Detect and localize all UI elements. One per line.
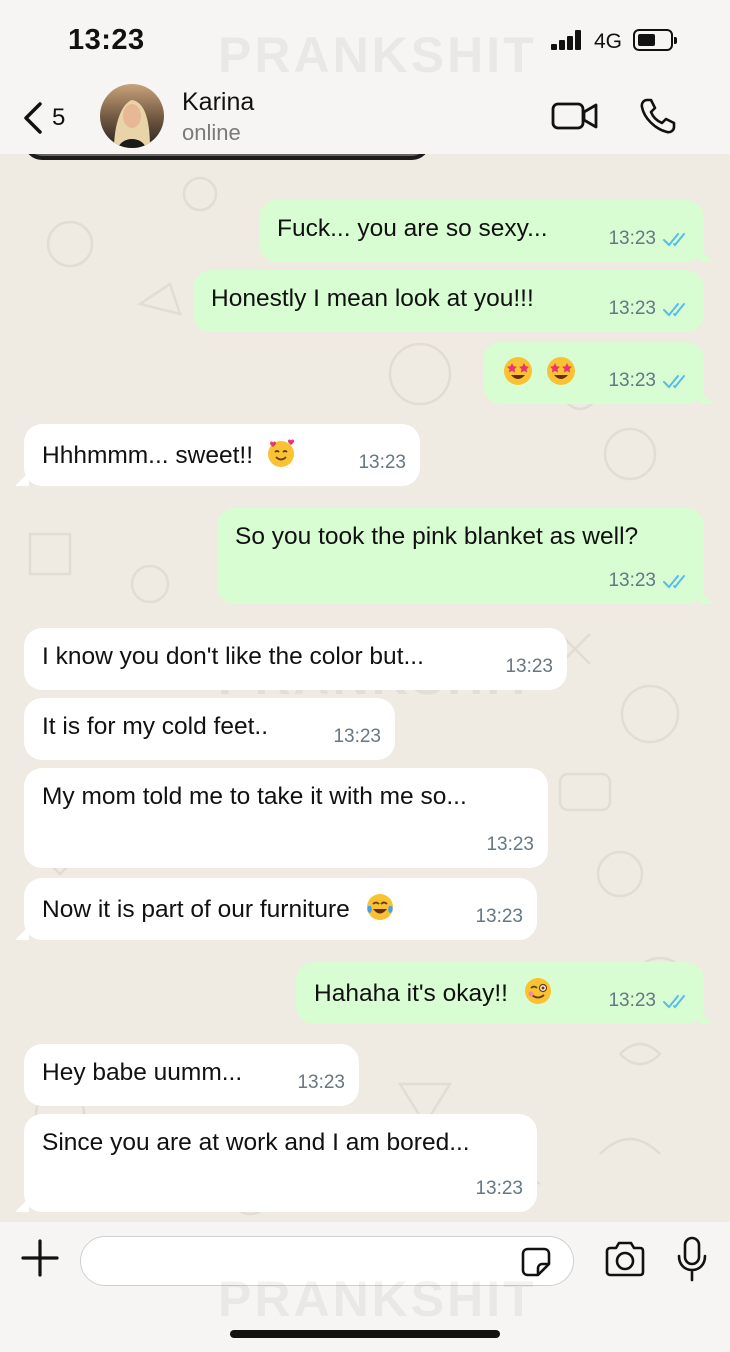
message-outgoing[interactable]: Fuck... you are so sexy... 13:23 [259,200,713,262]
double-check-icon [663,233,685,247]
message-meta: 13:23 [608,294,690,324]
double-check-icon [663,375,685,389]
message-incoming[interactable]: My mom told me to take it with me so... … [24,768,548,868]
message-incoming[interactable]: Now it is part of our furniture 13:23 [15,878,537,940]
status-time: 13:23 [68,24,145,56]
message-time: 13:23 [475,1178,523,1199]
message-incoming[interactable]: Hey babe uumm... 13:23 [24,1044,359,1106]
message-meta: 13:23 [505,652,553,682]
contact-status: online [182,120,241,145]
winking-face-emoji [523,976,553,1014]
previous-media-message[interactable] [24,154,430,160]
contact-avatar[interactable] [100,84,164,148]
message-text: Since you are at work and I am bored... [42,1129,470,1156]
double-check-icon [663,303,685,317]
message-incoming[interactable]: Hhhmmm... sweet!! 13:23 [15,424,420,486]
message-meta: 13:23 [608,986,690,1016]
message-meta: 13:23 [358,448,406,478]
message-input-bar: PRANKSHIT [0,1222,730,1352]
message-meta: 13:23 [608,224,690,254]
message-outgoing[interactable]: So you took the pink blanket as well? 13… [217,508,713,604]
message-time: 13:23 [608,370,656,391]
star-struck-emoji [503,356,533,394]
message-outgoing[interactable]: Honestly I mean look at you!!! 13:23 [193,270,704,332]
message-time: 13:23 [297,1072,345,1093]
message-text: My mom told me to take it with me so... [42,783,467,810]
battery-icon [633,29,677,51]
message-meta: 13:23 [297,1068,345,1098]
message-outgoing[interactable]: 13:23 [483,342,713,404]
message-time: 13:23 [486,834,534,855]
message-text: Hhhmmm... sweet!! [42,442,254,470]
message-incoming[interactable]: It is for my cold feet.. 13:23 [24,698,395,760]
message-text: Hey babe uumm... [42,1059,243,1086]
chat-header: 5 Karina online [0,82,730,154]
message-time: 13:23 [608,228,656,249]
back-button[interactable]: 5 [22,98,65,138]
message-time: 13:23 [608,298,656,319]
star-struck-emoji [546,356,576,394]
message-meta: 13:23 [486,830,534,860]
message-input[interactable] [80,1236,574,1286]
message-outgoing[interactable]: Hahaha it's okay!! 13:23 [296,962,713,1024]
message-meta: 13:23 [608,566,690,596]
message-incoming[interactable]: I know you don't like the color but... 1… [24,628,567,690]
tears-of-joy-emoji [365,892,395,930]
message-meta: 13:23 [475,1174,523,1204]
message-meta: 13:23 [475,902,523,932]
message-time: 13:23 [608,570,656,591]
contact-name[interactable]: Karina [182,88,254,117]
signal-strength-icon [551,30,585,50]
message-text: Honestly I mean look at you!!! [211,285,534,312]
message-time: 13:23 [608,990,656,1011]
double-check-icon [663,575,685,589]
network-label: 4G [594,30,623,53]
message-text: Now it is part of our furniture [42,896,350,924]
double-check-icon [663,995,685,1009]
microphone-icon[interactable] [676,1236,708,1282]
message-time: 13:23 [475,906,523,927]
plus-icon[interactable] [20,1238,60,1278]
message-text: So you took the pink blanket as well? [235,523,639,550]
message-time: 13:23 [333,726,381,747]
unread-count: 5 [52,104,66,131]
message-meta: 13:23 [333,722,381,752]
chevron-left-icon [24,102,42,134]
message-text: It is for my cold feet.. [42,713,269,740]
status-bar: 13:23 PRANKSHIT 4G [0,0,730,83]
message-time: 13:23 [505,656,553,677]
message-text: I know you don't like the color but... [42,643,424,670]
video-call-icon[interactable] [551,98,599,134]
message-meta: 13:23 [608,366,690,396]
phone-call-icon[interactable] [638,96,678,136]
smiling-face-with-hearts-emoji [266,438,296,476]
message-text: Fuck... you are so sexy... [277,215,548,242]
camera-icon[interactable] [603,1240,647,1278]
message-text: Hahaha it's okay!! [314,980,508,1008]
message-incoming[interactable]: Since you are at work and I am bored... … [15,1114,537,1212]
watermark-top: PRANKSHIT [218,27,537,83]
message-time: 13:23 [358,452,406,473]
home-indicator[interactable] [230,1330,500,1338]
chat-area[interactable]: PRANKSHIT Fuck... you are so sexy... 13:… [0,154,730,1222]
sticker-icon[interactable] [520,1246,552,1278]
